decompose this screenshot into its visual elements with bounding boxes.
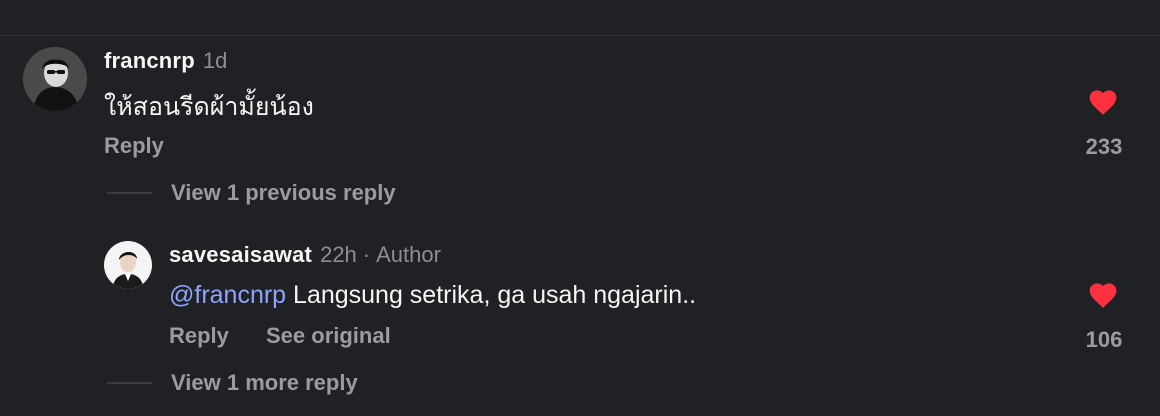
author-badge: Author (376, 242, 441, 267)
heart-icon[interactable] (1087, 279, 1119, 309)
avatar[interactable] (104, 241, 152, 289)
username[interactable]: savesaisawat (169, 242, 312, 267)
avatar[interactable] (23, 47, 87, 111)
reply-text: @francnrp Langsung setrika, ga usah ngaj… (169, 281, 696, 310)
username[interactable]: francnrp (104, 48, 195, 73)
view-more-replies-button[interactable]: View 1 more reply (171, 370, 358, 396)
see-original-button[interactable]: See original (266, 323, 391, 349)
like-count: 233 (1085, 134, 1123, 159)
comment-text: ให้สอนรีดผ้ามั้ยน้อง (104, 93, 314, 121)
reply-body: Langsung setrika, ga usah ngajarin.. (286, 281, 697, 309)
view-previous-replies-button[interactable]: View 1 previous reply (171, 180, 396, 206)
heart-icon[interactable] (1087, 86, 1119, 116)
mention-link[interactable]: @francnrp (169, 281, 286, 309)
reply-button[interactable]: Reply (104, 133, 164, 159)
like-count: 106 (1085, 327, 1123, 352)
reply-button[interactable]: Reply (169, 323, 229, 349)
comment-header: francnrp 1d (104, 48, 227, 74)
reply-header: savesaisawat 22h · Author (169, 242, 441, 268)
timestamp: 1d (202, 48, 228, 73)
thread-line (107, 192, 152, 194)
separator: · (362, 242, 371, 267)
top-divider (0, 35, 1160, 36)
timestamp: 22h (320, 242, 357, 267)
thread-line (107, 382, 152, 384)
